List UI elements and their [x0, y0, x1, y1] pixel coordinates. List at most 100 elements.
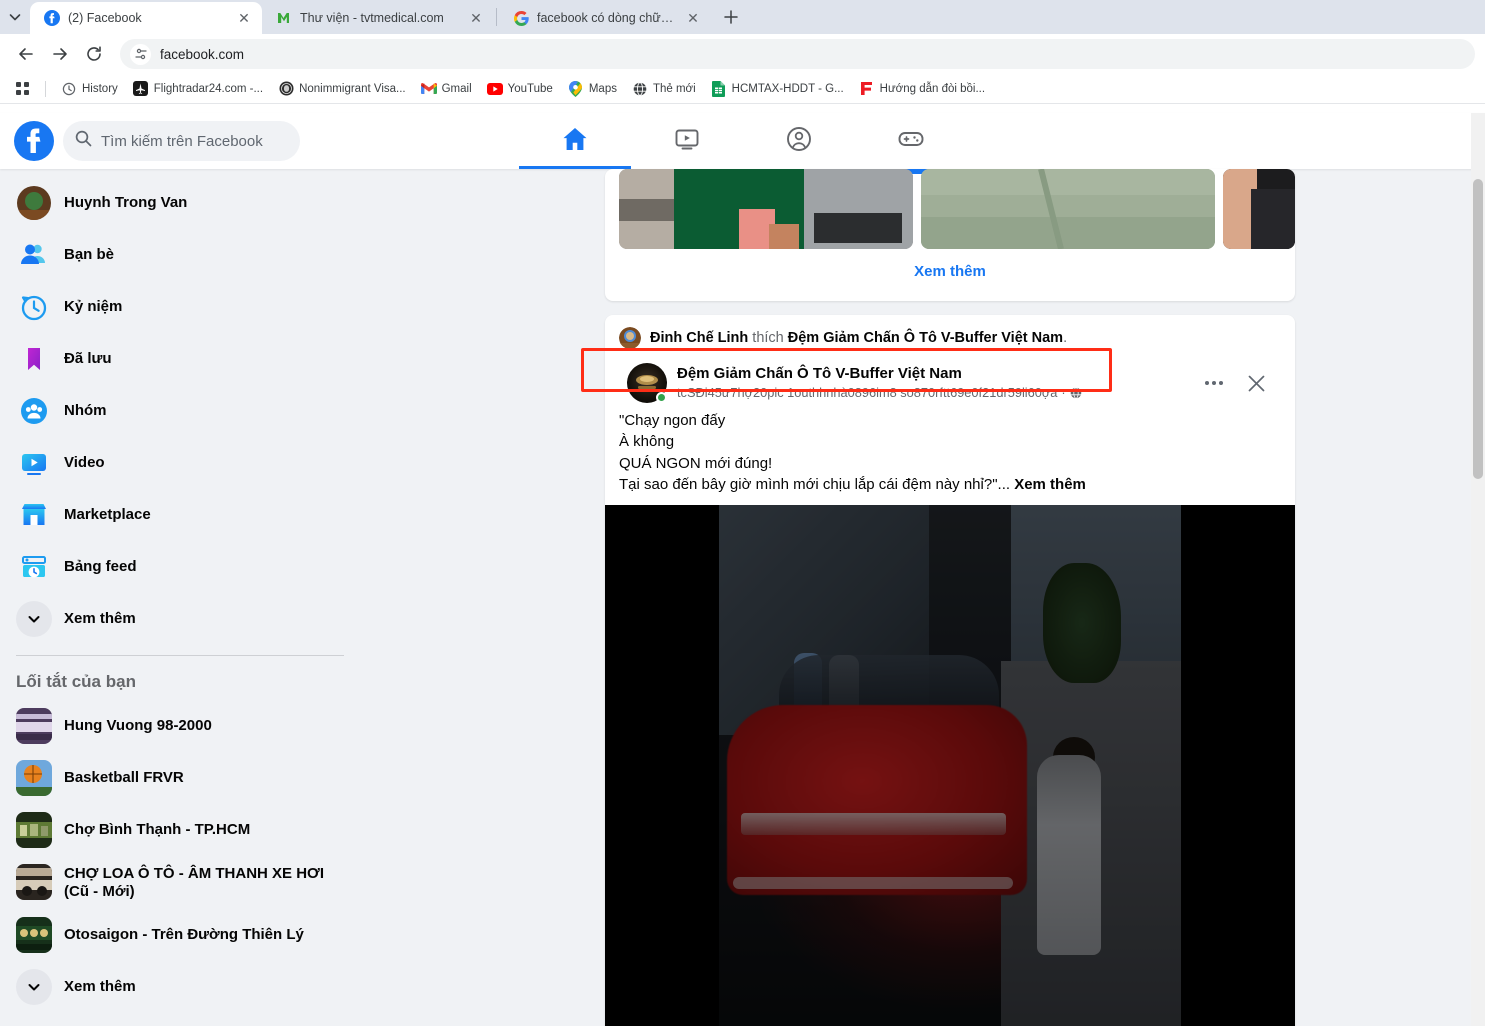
reload-button[interactable] — [78, 38, 110, 70]
bookmark-nonimmigrant-visa[interactable]: Nonimmigrant Visa... — [272, 79, 412, 99]
bookmark-youtube[interactable]: YouTube — [481, 79, 559, 99]
nav-tab-groups[interactable] — [743, 113, 855, 169]
reel-thumbnail[interactable] — [1223, 169, 1295, 249]
post-line: "Chạy ngon đấy — [619, 411, 1281, 431]
sidebar-see-more-bottom-button[interactable]: Xem thêm — [8, 961, 352, 1013]
facebook-main-nav — [519, 113, 967, 169]
shortcut-item-hung-vuong[interactable]: Hung Vuong 98-2000 — [8, 700, 352, 752]
sidebar-item-marketplace[interactable]: Marketplace — [8, 489, 352, 541]
site-settings-icon[interactable] — [130, 44, 151, 65]
search-placeholder: Tìm kiếm trên Facebook — [101, 133, 263, 150]
tab-close-button[interactable]: ✕ — [683, 8, 703, 28]
globe-icon[interactable] — [1070, 387, 1082, 399]
bookmark-maps[interactable]: Maps — [562, 79, 623, 99]
reel-thumbnail[interactable] — [619, 169, 913, 249]
tab-title: (2) Facebook — [68, 11, 142, 25]
sidebar-item-video[interactable]: Video — [8, 437, 352, 489]
shortcut-label: CHỢ LOA Ô TÔ - ÂM THANH XE HƠI (Cũ - Mới… — [64, 864, 344, 901]
apps-grid-icon[interactable] — [10, 77, 36, 101]
post-page-avatar[interactable] — [627, 363, 667, 403]
reels-card: Xem thêm — [605, 169, 1295, 301]
visa-seal-icon — [278, 81, 294, 97]
context-avatar[interactable] — [619, 327, 641, 349]
sidebar-item-feeds[interactable]: Bảng feed — [8, 541, 352, 593]
shortcut-thumb-3 — [16, 812, 52, 848]
sidebar-item-memories[interactable]: Kỷ niệm — [8, 281, 352, 333]
search-input[interactable]: Tìm kiếm trên Facebook — [63, 121, 300, 161]
facebook-logo[interactable] — [14, 121, 54, 161]
browser-toolbar: facebook.com — [0, 34, 1485, 74]
sidebar-profile-label: Huynh Trong Van — [64, 194, 187, 212]
browser-tab-google-search[interactable]: facebook có dòng chữ lạ - Tìm ✕ — [499, 2, 711, 34]
post-timestamp-text[interactable]: tcSĐi45ư7hợ20pic 1outhhnhà0896im8 so870r… — [677, 385, 1057, 402]
bookmark-history[interactable]: History — [55, 79, 124, 99]
google-icon — [513, 10, 529, 26]
sidebar-item-saved[interactable]: Đã lưu — [8, 333, 352, 385]
shortcut-label: Basketball FRVR — [64, 769, 184, 787]
sidebar-item-friends[interactable]: Bạn bè — [8, 229, 352, 281]
facebook-page: Tìm kiếm trên Facebook — [0, 113, 1485, 1026]
tab-close-button[interactable]: ✕ — [234, 8, 254, 28]
f-red-icon — [859, 81, 875, 97]
shortcut-item-basketball-frvr[interactable]: Basketball FRVR — [8, 752, 352, 804]
post-line-last: Tại sao đến bây giờ mình mới chịu lắp cá… — [619, 475, 1281, 495]
shortcut-thumb-5 — [16, 917, 52, 953]
profile-avatar — [16, 185, 52, 221]
shortcut-item-cho-loa-o-to[interactable]: CHỢ LOA Ô TÔ - ÂM THANH XE HƠI (Cũ - Mới… — [8, 856, 352, 909]
post-page-name[interactable]: Đệm Giảm Chấn Ô Tô V-Buffer Việt Nam — [677, 364, 1082, 384]
bookmark-label: Hướng dẫn đòi bồi... — [880, 83, 985, 95]
scrollbar-thumb[interactable] — [1473, 179, 1483, 479]
bookmark-label: Thẻ mới — [653, 83, 696, 95]
forward-button[interactable] — [44, 38, 76, 70]
shortcut-thumb-4 — [16, 864, 52, 900]
bookmark-the-moi[interactable]: Thẻ mới — [626, 79, 702, 99]
shortcut-thumb-2 — [16, 760, 52, 796]
bookmark-flightradar24[interactable]: Flightradar24.com -... — [127, 79, 269, 99]
reel-thumbnail[interactable] — [921, 169, 1215, 249]
bookmark-gmail[interactable]: Gmail — [415, 79, 478, 99]
chevron-down-icon — [16, 969, 52, 1005]
video-icon — [673, 125, 701, 158]
sidebar-item-label: Video — [64, 454, 105, 472]
nav-tab-video[interactable] — [631, 113, 743, 169]
tab-title: Thư viện - tvtmedical.com — [300, 11, 444, 25]
tab-close-button[interactable]: ✕ — [466, 8, 486, 28]
home-icon — [561, 125, 589, 158]
post-video-player[interactable] — [605, 505, 1295, 1026]
sidebar-item-groups[interactable]: Nhóm — [8, 385, 352, 437]
sidebar-see-more-label: Xem thêm — [64, 610, 136, 628]
browser-tab-facebook[interactable]: (2) Facebook ✕ — [30, 2, 262, 34]
address-bar[interactable]: facebook.com — [120, 39, 1475, 69]
browser-tab-tvtmedical[interactable]: Thư viện - tvtmedical.com ✕ — [262, 2, 494, 34]
context-user-name[interactable]: Đinh Chế Linh — [650, 330, 748, 346]
reels-see-more-link[interactable]: Xem thêm — [605, 249, 1295, 280]
nav-tab-home[interactable] — [519, 113, 631, 169]
bookmark-label: YouTube — [508, 83, 553, 95]
page-scrollbar[interactable] — [1471, 113, 1485, 1026]
new-tab-button[interactable] — [717, 3, 745, 31]
shortcuts-heading: Lối tắt của bạn — [8, 666, 352, 700]
tab-strip: (2) Facebook ✕ Thư viện - tvtmedical.com… — [0, 0, 1485, 34]
post-see-more-link[interactable]: Xem thêm — [1014, 476, 1086, 493]
post-close-button[interactable] — [1239, 366, 1273, 400]
shortcut-item-otosaigon[interactable]: Otosaigon - Trên Đường Thiên Lý — [8, 909, 352, 961]
tab-divider — [496, 8, 497, 26]
shortcut-item-cho-binh-thanh[interactable]: Chợ Bình Thạnh - TP.HCM — [8, 804, 352, 856]
nav-tab-gaming[interactable] — [855, 113, 967, 169]
context-page-name[interactable]: Đệm Giảm Chấn Ô Tô V-Buffer Việt Nam — [788, 330, 1063, 346]
bookmark-huong-dan-doi-boi[interactable]: Hướng dẫn đòi bồi... — [853, 79, 991, 99]
red-car-body — [727, 705, 1027, 895]
bookmark-label: Nonimmigrant Visa... — [299, 83, 406, 95]
facebook-body: Huynh Trong Van Bạn bè Kỷ niệm — [0, 169, 1485, 1026]
sidebar-see-more-top-button[interactable]: Xem thêm — [8, 593, 352, 645]
groups-icon — [16, 393, 52, 429]
facebook-top-bar: Tìm kiếm trên Facebook — [0, 113, 1485, 169]
back-button[interactable] — [10, 38, 42, 70]
feed-column-wrapper: Xem thêm Đinh Chế Linh thích Đệm Giảm Ch… — [360, 169, 1485, 1026]
sidebar-item-profile[interactable]: Huynh Trong Van — [8, 177, 352, 229]
bookmark-hcmtax-hddt[interactable]: HCMTAX-HDDT - G... — [705, 79, 850, 99]
bookmark-label: HCMTAX-HDDT - G... — [732, 83, 844, 95]
post-actions — [1197, 366, 1273, 400]
post-more-options-button[interactable] — [1197, 366, 1231, 400]
tab-search-dropdown-button[interactable] — [0, 0, 30, 34]
